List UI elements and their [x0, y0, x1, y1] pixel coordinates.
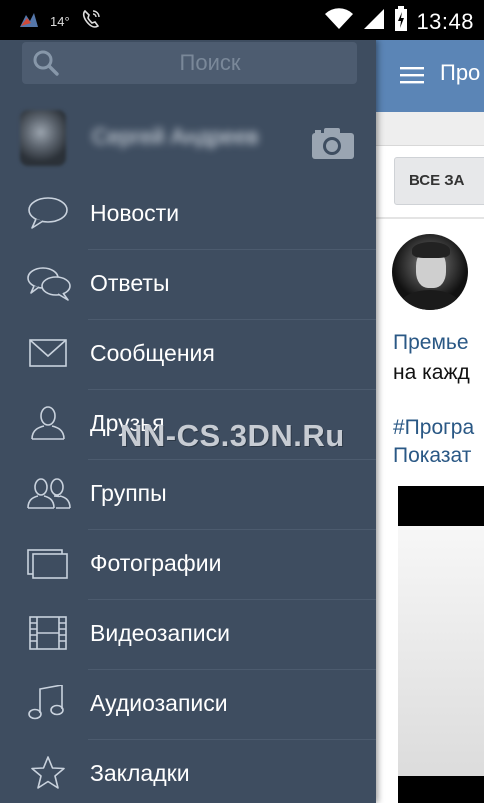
feed-title: Про [440, 60, 481, 85]
menu-item-videos[interactable]: Видеозаписи [0, 600, 376, 670]
news-feed-screen: Про ВСЕ ЗА Премье на кажд #Програ Показа… [376, 40, 484, 803]
post-author-avatar[interactable] [392, 234, 468, 310]
search-input[interactable] [70, 42, 350, 84]
menu-item-bookmarks[interactable]: Закладки [0, 740, 376, 803]
hamburger-menu-icon[interactable] [400, 66, 424, 89]
temperature: 14° [50, 14, 70, 29]
watermark: NN-CS.3DN.Ru [120, 418, 345, 453]
profile-name[interactable]: Сергей Андреев [92, 124, 259, 150]
signal-icon [362, 7, 386, 36]
menu-item-label: Видеозаписи [90, 620, 230, 646]
search-icon [32, 49, 60, 82]
feed-header: Про [376, 40, 484, 112]
feed-tab-bar [376, 112, 484, 146]
battery-charging-icon [394, 6, 408, 37]
person-icon [26, 405, 70, 441]
speech-bubbles-icon [26, 265, 71, 301]
menu-item-label: Новости [90, 200, 180, 226]
menu-item-audio[interactable]: Аудиозаписи [0, 670, 376, 740]
search-bar[interactable] [22, 42, 357, 84]
menu-item-replies[interactable]: Ответы [0, 250, 376, 320]
drawer-menu: Новости Ответы Сообщения Друзья Группы Ф… [0, 180, 376, 803]
app-notification-icon [18, 9, 40, 34]
post-show-more-link[interactable]: Показат [393, 444, 471, 468]
star-icon [26, 755, 70, 791]
status-bar: 14° 13:48 [0, 0, 484, 40]
avatar[interactable] [20, 110, 66, 166]
menu-item-label: Фотографии [90, 550, 222, 576]
group-icon [26, 475, 71, 511]
menu-item-groups[interactable]: Группы [0, 460, 376, 530]
clock: 13:48 [416, 8, 474, 34]
profile-row[interactable]: Сергей Андреев [0, 102, 376, 172]
photos-icon [26, 545, 70, 581]
speech-bubble-icon [26, 195, 70, 231]
menu-item-photos[interactable]: Фотографии [0, 530, 376, 600]
envelope-icon [26, 335, 70, 371]
menu-item-label: Группы [90, 480, 167, 506]
phone-icon [80, 8, 102, 35]
music-note-icon [26, 684, 70, 721]
menu-item-label: Аудиозаписи [90, 690, 228, 716]
divider [376, 217, 484, 219]
menu-item-label: Ответы [90, 270, 170, 296]
navigation-drawer: Сергей Андреев Новости [0, 40, 376, 803]
post-text-link[interactable]: Премье [393, 331, 469, 355]
post-text: на кажд [393, 361, 470, 384]
menu-item-messages[interactable]: Сообщения [0, 320, 376, 390]
camera-icon[interactable] [310, 126, 356, 165]
film-icon [26, 615, 70, 651]
menu-item-news[interactable]: Новости [0, 180, 376, 250]
all-posts-filter-button[interactable]: ВСЕ ЗА [394, 157, 484, 205]
post-hashtag-link[interactable]: #Програ [393, 416, 474, 440]
post-video-thumbnail[interactable] [398, 486, 484, 803]
menu-item-label: Сообщения [90, 340, 215, 366]
wifi-icon [324, 7, 354, 36]
menu-item-label: Закладки [90, 760, 190, 786]
